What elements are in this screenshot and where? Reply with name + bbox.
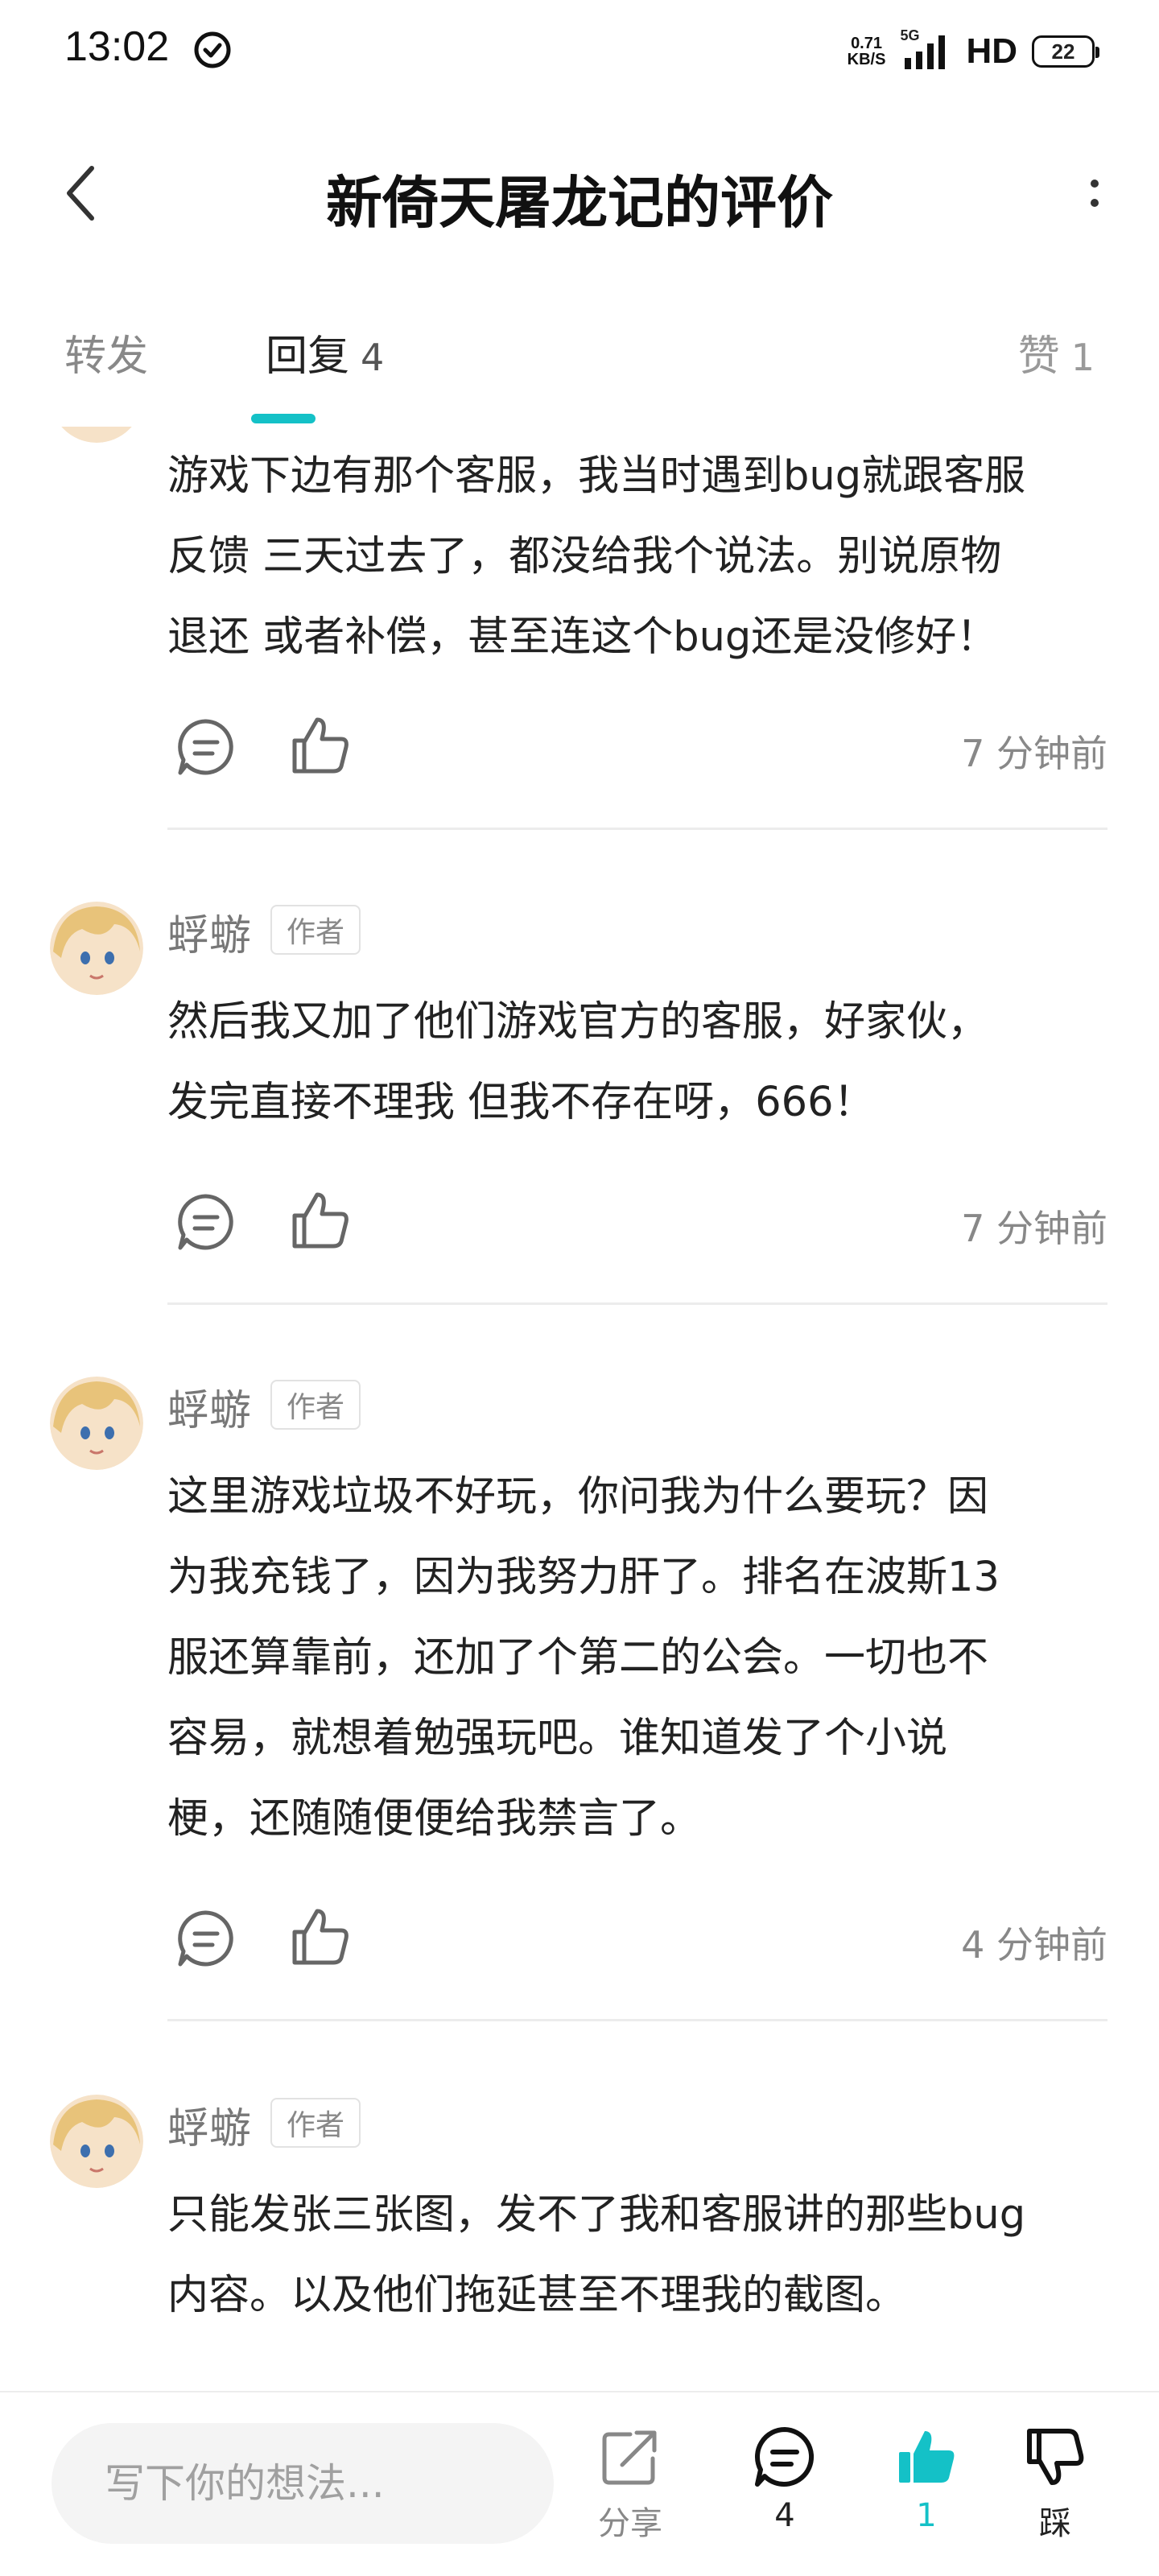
network-speed: 0.71 KB/S bbox=[848, 35, 886, 68]
avatar-image bbox=[61, 427, 132, 443]
comment-text-line: 为我充钱了，因为我努力肝了。排名在波斯13 bbox=[167, 1554, 1000, 1601]
comment-text: 只能发张三张图，发不了我和客服讲的那些bug 内容。以及他们拖延甚至不理我的截图… bbox=[167, 2175, 1117, 2336]
avatar-image bbox=[50, 902, 143, 995]
share-icon bbox=[602, 2430, 657, 2485]
thumbs-up-icon[interactable] bbox=[288, 1905, 353, 1969]
bottom-action-bar: 分享 4 1 踩 bbox=[0, 2391, 1159, 2576]
signal-strength-icon: 5G bbox=[900, 27, 951, 72]
avatar[interactable] bbox=[50, 1377, 143, 1470]
page-title: 新倚天屠龙记的评价 bbox=[326, 170, 833, 236]
comment-count: 4 bbox=[774, 2497, 795, 2534]
check-circle-icon bbox=[194, 31, 231, 68]
avatar[interactable] bbox=[50, 2095, 143, 2188]
username[interactable]: 蜉蝣 bbox=[167, 2095, 251, 2155]
thumbs-down-icon bbox=[1027, 2429, 1084, 2485]
avatar-image bbox=[50, 1377, 143, 1470]
like-button[interactable]: 1 bbox=[866, 2425, 987, 2562]
tab-like-count: 1 bbox=[1070, 336, 1095, 379]
comment-list[interactable]: 游戏下边有那个客服，我当时遇到bug就跟客服 反馈 三天过去了，都没给我个说法。… bbox=[0, 427, 1159, 2391]
author-badge: 作者 bbox=[270, 2098, 361, 2148]
like-count: 1 bbox=[916, 2497, 937, 2534]
avatar-image bbox=[50, 2095, 143, 2188]
comment-text-line: 游戏下边有那个客服，我当时遇到bug就跟客服 bbox=[167, 452, 1026, 500]
comment-text: 这里游戏垃圾不好玩，你问我为什么要玩？因 为我充钱了，因为我努力肝了。排名在波斯… bbox=[167, 1457, 1117, 1860]
status-indicators: 0.71 KB/S 5G HD 22 bbox=[848, 27, 1099, 72]
username[interactable]: 蜉蝣 bbox=[167, 902, 251, 962]
share-label: 分享 bbox=[598, 2505, 662, 2542]
tab-forward-label: 转发 bbox=[64, 332, 149, 381]
comment-text-line: 然后我又加了他们游戏官方的客服，好家伙， bbox=[167, 998, 989, 1046]
status-bar: 13:02 0.71 KB/S 5G HD 22 bbox=[0, 0, 1159, 105]
comment-text-line: 容易，就想着勉强玩吧。谁知道发了个小说 bbox=[167, 1715, 948, 1762]
comment-text: 然后我又加了他们游戏官方的客服，好家伙， 发完直接不理我 但我不存在呀，666！ bbox=[167, 982, 1117, 1143]
header: 新倚天屠龙记的评价 bbox=[0, 137, 1159, 250]
battery-icon: 22 bbox=[1032, 35, 1099, 68]
comment-time: 4 分钟前 bbox=[961, 1923, 1107, 1967]
comment-bubble-icon bbox=[755, 2427, 815, 2487]
network-speed-unit: KB/S bbox=[847, 51, 886, 68]
comment-text-line: 反馈 三天过去了，都没给我个说法。别说原物 bbox=[167, 533, 1002, 580]
comment-text-line: 退还 或者补偿，甚至连这个bug还是没修好！ bbox=[167, 613, 998, 661]
comment-time: 7 分钟前 bbox=[961, 732, 1107, 775]
tab-like[interactable]: 赞1 bbox=[1018, 322, 1095, 382]
author-badge: 作者 bbox=[270, 1380, 361, 1430]
reply-icon[interactable] bbox=[175, 716, 237, 778]
divider bbox=[167, 828, 1107, 830]
thumbs-up-icon[interactable] bbox=[288, 1188, 353, 1253]
tab-reply-label: 回复 bbox=[266, 332, 350, 381]
avatar[interactable] bbox=[50, 902, 143, 995]
author-badge: 作者 bbox=[270, 905, 361, 955]
more-dot-icon bbox=[1091, 199, 1099, 207]
thumbs-up-filled-icon bbox=[899, 2431, 955, 2483]
tab-forward[interactable]: 转发 bbox=[64, 322, 148, 382]
username[interactable]: 蜉蝣 bbox=[167, 1377, 251, 1437]
network-speed-value: 0.71 bbox=[851, 35, 882, 52]
comment-text-line: 内容。以及他们拖延甚至不理我的截图。 bbox=[167, 2272, 907, 2319]
status-time: 13:02 bbox=[64, 23, 170, 70]
comment-text-line: 发完直接不理我 但我不存在呀，666！ bbox=[167, 1079, 875, 1126]
comment-text-line: 只能发张三张图，发不了我和客服讲的那些bug bbox=[167, 2191, 1026, 2239]
comment-text: 游戏下边有那个客服，我当时遇到bug就跟客服 反馈 三天过去了，都没给我个说法。… bbox=[167, 436, 1117, 678]
dislike-button[interactable]: 踩 bbox=[995, 2425, 1116, 2562]
comment-time: 7 分钟前 bbox=[961, 1207, 1107, 1250]
comment-text-line: 这里游戏垃圾不好玩，你问我为什么要玩？因 bbox=[167, 1473, 989, 1521]
reply-icon[interactable] bbox=[175, 1191, 237, 1253]
tab-reply[interactable]: 回复 4 bbox=[266, 322, 384, 382]
avatar[interactable] bbox=[50, 427, 143, 443]
comments-button[interactable]: 4 bbox=[724, 2425, 845, 2562]
reply-icon[interactable] bbox=[175, 1908, 237, 1969]
more-dot-icon bbox=[1091, 180, 1099, 188]
tab-active-indicator bbox=[251, 414, 316, 423]
tab-like-label: 赞 bbox=[1017, 332, 1060, 381]
dislike-label: 踩 bbox=[1039, 2505, 1071, 2542]
tab-bar: 转发 回复 4 赞1 bbox=[0, 306, 1159, 427]
tab-reply-count: 4 bbox=[361, 336, 385, 379]
battery-level: 22 bbox=[1051, 39, 1075, 64]
share-button[interactable]: 分享 bbox=[570, 2425, 691, 2562]
hd-indicator: HD bbox=[966, 31, 1017, 71]
divider bbox=[167, 1302, 1107, 1305]
more-options-button[interactable] bbox=[1062, 161, 1127, 225]
comment-text-line: 梗，还随随便便给我禁言了。 bbox=[167, 1795, 702, 1843]
comment-text-line: 服还算靠前，还加了个第二的公会。一切也不 bbox=[167, 1634, 989, 1682]
divider bbox=[167, 2019, 1107, 2021]
thumbs-up-icon[interactable] bbox=[288, 713, 353, 778]
comment-input[interactable] bbox=[52, 2423, 554, 2544]
